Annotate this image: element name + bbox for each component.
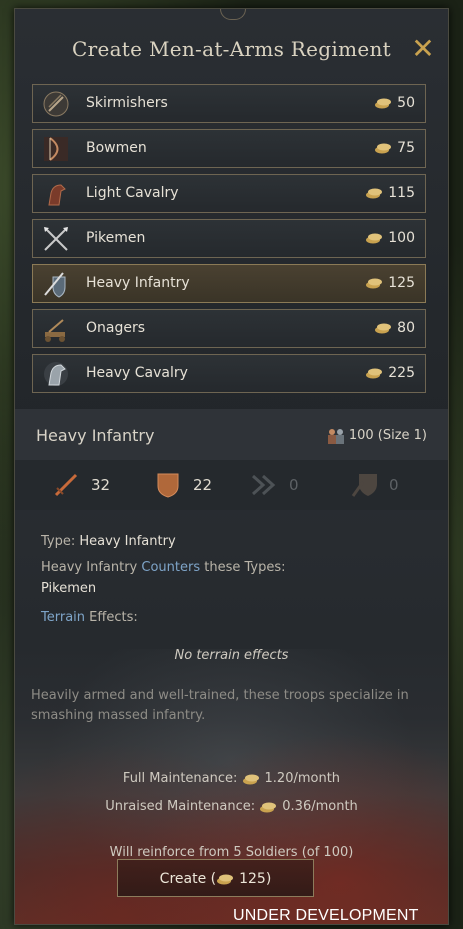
full-maintenance-label: Full Maintenance: — [122, 771, 238, 786]
pursuit-arrows-icon — [251, 474, 276, 496]
type-value: Heavy Infantry — [79, 534, 176, 549]
reinforce-line: Will reinforce from 5 Soldiers (of 100) — [109, 845, 354, 860]
regiment-cost: 125 — [365, 265, 415, 302]
armored-horse-icon — [44, 362, 68, 386]
sword-icon — [54, 473, 78, 497]
gold-icon — [217, 874, 234, 885]
regiment-row-pikemen[interactable]: Pikemen 100 — [32, 219, 426, 258]
gold-icon — [366, 188, 383, 199]
regiment-cost-value: 100 — [388, 230, 415, 246]
crossed-pikes-icon — [44, 227, 68, 251]
type-label: Type: — [41, 534, 76, 549]
create-cost: 125 — [239, 871, 266, 887]
counters-line: Heavy Infantry Counters these Types: — [41, 560, 286, 575]
terrain-link[interactable]: Terrain — [41, 610, 85, 625]
regiment-name: Light Cavalry — [86, 185, 179, 201]
close-button[interactable]: ✕ — [410, 35, 436, 63]
regiment-cost-value: 225 — [388, 365, 415, 381]
no-terrain-effects: No terrain effects — [174, 648, 289, 663]
horse-icon — [48, 184, 66, 206]
sword-shield-icon — [44, 272, 66, 298]
detail-header: Heavy Infantry 100 (Size 1) — [15, 409, 448, 460]
skirmisher-icon — [43, 91, 69, 117]
regiment-detail-panel: Heavy Infantry 100 (Size 1) 32 22 0 0 Ty… — [15, 409, 448, 924]
screen-shield-icon — [351, 474, 377, 497]
create-label-prefix: Create ( — [159, 871, 217, 887]
regiment-row-heavy-cavalry[interactable]: Heavy Cavalry 225 — [32, 354, 426, 393]
regiment-name: Heavy Cavalry — [86, 365, 188, 381]
detail-size-value: 100 (Size 1) — [348, 428, 427, 443]
gold-icon — [260, 802, 277, 812]
counters-value-line: Pikemen — [41, 581, 96, 596]
regiment-cost: 80 — [374, 310, 415, 347]
regiment-stats-bar: 32 22 0 0 — [15, 460, 448, 510]
detail-regiment-name: Heavy Infantry — [36, 426, 155, 445]
regiment-name: Pikemen — [86, 230, 146, 246]
counters-value: Pikemen — [41, 581, 97, 596]
regiment-list: Skirmishers 50 Bowmen 75 Light Cavalry 1… — [32, 84, 426, 399]
window-title: Create Men-at-Arms Regiment — [71, 37, 392, 61]
terrain-suffix: Effects: — [89, 610, 138, 625]
create-button[interactable]: Create ( 125) — [117, 859, 314, 897]
stat-damage-value: 32 — [91, 476, 111, 494]
regiment-cost-value: 115 — [388, 185, 415, 201]
regiment-row-light-cavalry[interactable]: Light Cavalry 115 — [32, 174, 426, 213]
terrain-line: Terrain Effects: — [41, 610, 138, 625]
stat-toughness-value: 22 — [193, 476, 213, 494]
regiment-row-heavy-infantry[interactable]: Heavy Infantry 125 — [32, 264, 426, 303]
gold-icon — [375, 98, 392, 109]
regiment-name: Skirmishers — [86, 95, 168, 111]
regiment-cost: 75 — [374, 130, 415, 167]
counters-link[interactable]: Counters — [141, 560, 200, 575]
detail-regiment-size: 100 (Size 1) — [326, 409, 427, 463]
regiment-name: Onagers — [86, 320, 146, 336]
unraised-maintenance-label: Unraised Maintenance: — [105, 799, 256, 814]
bow-icon — [44, 137, 68, 161]
close-icon: ✕ — [411, 32, 435, 65]
gold-icon — [375, 323, 392, 334]
regiment-cost-value: 80 — [397, 320, 415, 336]
full-maintenance-value: 1.20/month — [264, 771, 341, 786]
regiment-name: Heavy Infantry — [86, 275, 190, 291]
shield-icon — [157, 473, 179, 498]
gold-icon — [242, 774, 259, 784]
regiment-cost-value: 75 — [397, 140, 415, 156]
regiment-row-onagers[interactable]: Onagers 80 — [32, 309, 426, 348]
regiment-cost: 225 — [365, 355, 415, 392]
regiment-cost-value: 50 — [397, 95, 415, 111]
stat-screen-value: 0 — [389, 476, 399, 494]
gold-icon — [366, 368, 383, 379]
stat-pursuit-value: 0 — [289, 476, 299, 494]
regiment-row-skirmishers[interactable]: Skirmishers 50 — [32, 84, 426, 123]
unraised-maintenance-value: 0.36/month — [282, 799, 358, 814]
regiment-cost: 115 — [365, 175, 415, 212]
gold-icon — [375, 143, 392, 154]
regiment-description: Heavily armed and well-trained, these tr… — [31, 688, 409, 723]
siege-icon — [45, 319, 65, 342]
full-maintenance-line: Full Maintenance: 1.20/month — [15, 771, 448, 786]
create-regiment-window: Create Men-at-Arms Regiment ✕ Skirmisher… — [14, 8, 449, 925]
panel-ornament — [220, 9, 246, 20]
unraised-maintenance-line: Unraised Maintenance: 0.36/month — [15, 799, 448, 814]
regiment-cost-value: 125 — [388, 275, 415, 291]
gold-icon — [366, 233, 383, 244]
regiment-row-bowmen[interactable]: Bowmen 75 — [32, 129, 426, 168]
under-development-watermark: UNDER DEVELOPMENT — [233, 907, 419, 924]
regiment-cost: 100 — [365, 220, 415, 257]
counters-suffix: these Types: — [204, 560, 286, 575]
regiment-name: Bowmen — [86, 140, 147, 156]
type-line: Type: Heavy Infantry — [41, 534, 176, 549]
gold-icon — [366, 278, 383, 289]
create-label-suffix: ) — [265, 871, 272, 887]
counters-prefix: Heavy Infantry — [41, 560, 138, 575]
regiment-cost: 50 — [374, 85, 415, 122]
soldiers-icon — [327, 428, 344, 444]
